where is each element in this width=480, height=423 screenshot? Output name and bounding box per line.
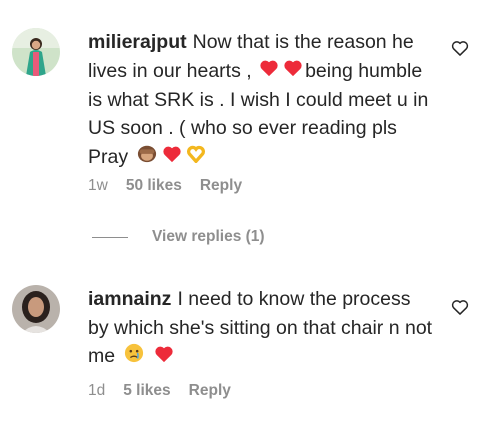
comment-time: 1w xyxy=(88,177,108,194)
comment-meta: 1d 5 likes Reply xyxy=(88,382,231,400)
heart-hands-icon xyxy=(186,143,206,172)
view-replies-button[interactable]: View replies (1) xyxy=(92,228,265,246)
comment-meta: 1w 50 likes Reply xyxy=(88,177,242,195)
avatar[interactable] xyxy=(12,28,60,76)
red-heart-icon xyxy=(154,343,174,372)
see-no-evil-monkey-icon xyxy=(136,143,158,172)
crying-face-icon xyxy=(123,343,145,372)
username[interactable]: milierajput xyxy=(88,31,187,53)
comment-text: milierajput Now that is the reason he liv… xyxy=(88,28,433,172)
avatar[interactable] xyxy=(12,285,60,333)
red-heart-icon xyxy=(259,57,279,86)
comment-text: iamnainz I need to know the process by wh… xyxy=(88,285,433,371)
like-icon[interactable] xyxy=(450,297,470,317)
view-replies-label: View replies (1) xyxy=(152,228,265,245)
divider xyxy=(92,236,128,238)
red-heart-icon xyxy=(162,143,182,172)
comment-time: 1d xyxy=(88,382,106,399)
reply-button[interactable]: Reply xyxy=(200,177,242,195)
likes-count[interactable]: 5 likes xyxy=(123,382,170,400)
username[interactable]: iamnainz xyxy=(88,288,171,310)
likes-count[interactable]: 50 likes xyxy=(126,177,182,195)
like-icon[interactable] xyxy=(450,38,470,58)
reply-button[interactable]: Reply xyxy=(189,382,231,400)
red-heart-icon xyxy=(283,57,303,86)
